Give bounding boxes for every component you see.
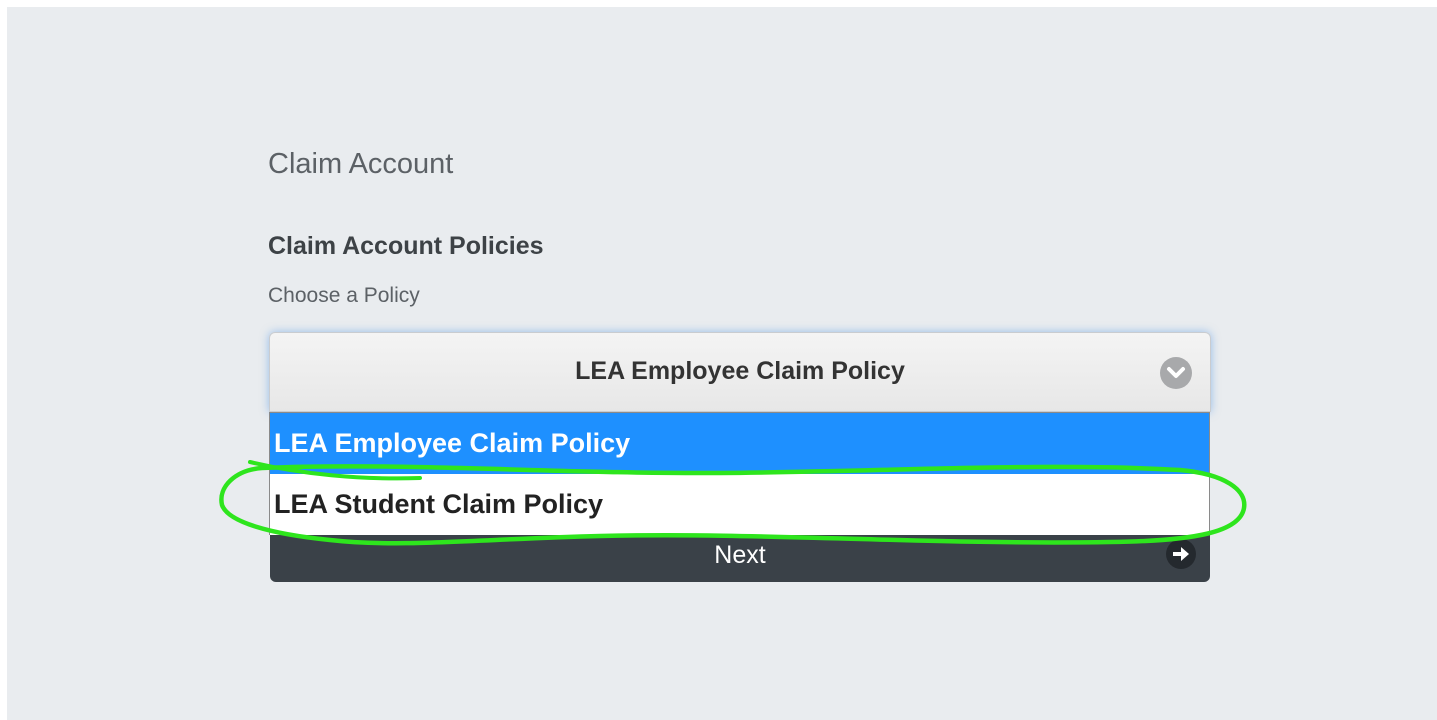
next-button-label: Next: [714, 541, 766, 569]
policy-select[interactable]: LEA Employee Claim Policy: [269, 332, 1211, 412]
arrow-right-icon: [1166, 539, 1196, 569]
policy-dropdown-list: LEA Employee Claim Policy LEA Student Cl…: [269, 412, 1210, 535]
policy-select-value: LEA Employee Claim Policy: [575, 357, 905, 385]
policy-option-employee[interactable]: LEA Employee Claim Policy: [270, 413, 1209, 474]
policy-option-student[interactable]: LEA Student Claim Policy: [270, 474, 1209, 535]
policy-field-label: Choose a Policy: [268, 284, 420, 307]
page-title: Claim Account: [268, 148, 454, 180]
chevron-down-icon[interactable]: [1160, 357, 1192, 389]
section-title: Claim Account Policies: [268, 232, 544, 260]
